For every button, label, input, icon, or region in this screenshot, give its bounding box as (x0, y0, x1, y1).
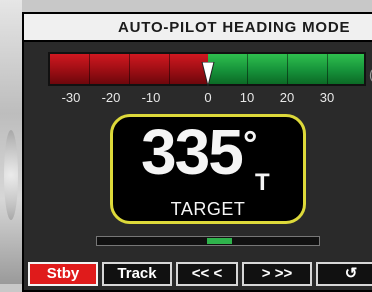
tick-label: 20 (279, 90, 295, 105)
rudder-indicator-bar (96, 236, 320, 246)
rotate-icon-button[interactable]: ↺ (316, 262, 372, 286)
scale-gridline (89, 54, 90, 84)
scale-gridline (327, 54, 328, 84)
background-left (0, 0, 22, 284)
title-text: AUTO-PILOT HEADING MODE (118, 19, 351, 36)
tick-label: 30 (319, 90, 335, 105)
tick-label: 10 (239, 90, 255, 105)
starboard-deviation-zone (208, 54, 364, 84)
heading-reference: T (255, 169, 270, 196)
track-button[interactable]: Track (102, 262, 172, 286)
target-heading-display: 335 ° T TARGET (110, 114, 306, 224)
tick-label: -20 (101, 90, 121, 105)
standby-button[interactable]: Stby (28, 262, 98, 286)
tick-label: 0 (204, 90, 212, 105)
tick-label: -10 (141, 90, 161, 105)
title-bar: AUTO-PILOT HEADING MODE (24, 14, 372, 42)
steer-right-button[interactable]: > >> (242, 262, 312, 286)
steer-left-button[interactable]: << < (176, 262, 238, 286)
pointer-icon (201, 62, 215, 86)
heading-caption: TARGET (170, 199, 246, 219)
tick-label: -30 (61, 90, 81, 105)
scale-gridline (169, 54, 170, 84)
rudder-indicator-fill (207, 238, 232, 244)
scale-gridline (287, 54, 288, 84)
heading-value: 335 (141, 116, 244, 188)
softkey-bar: Stby Track << < > >> ↺ (28, 262, 372, 292)
scale-gridline (129, 54, 130, 84)
degree-symbol: ° (243, 123, 258, 164)
port-deviation-zone (50, 54, 208, 84)
scale-gridline (247, 54, 248, 84)
autopilot-panel: AUTO-PILOT HEADING MODE ( -30 -20 -10 0 … (22, 12, 372, 292)
